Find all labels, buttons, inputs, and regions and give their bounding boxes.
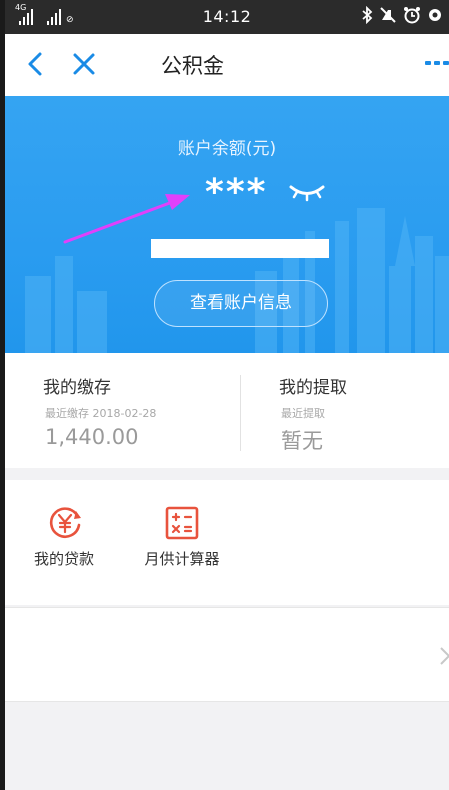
more-icon xyxy=(425,61,431,65)
tool-label-loan: 我的贷款 xyxy=(33,550,94,568)
deposit-value: 1,440.00 xyxy=(45,425,139,449)
tool-calculator[interactable]: 月供计算器 xyxy=(127,480,237,605)
balance-value: *** xyxy=(205,172,268,213)
deposit-title: 我的缴存 xyxy=(43,378,111,398)
mute-icon xyxy=(380,7,396,23)
deposit-subtitle: 最近缴存 2018-02-28 xyxy=(45,407,157,420)
eye-closed-icon[interactable] xyxy=(288,182,326,202)
masked-info-bar xyxy=(151,239,329,258)
app-screen: 4G ⊘ 14:12 公积金 账户余额(元) *** 查看账户信息 我的缴存 最… xyxy=(5,0,449,790)
tools-section: 我的贷款 月供计算器 xyxy=(5,480,449,605)
balance-label: 账户余额(元) xyxy=(177,139,277,159)
withdraw-title: 我的提取 xyxy=(279,378,347,398)
stats-section: 我的缴存 最近缴存 2018-02-28 1,440.00 我的提取 最近提取 … xyxy=(5,353,449,468)
list-row[interactable] xyxy=(5,607,449,702)
more-button[interactable] xyxy=(425,61,449,65)
deposit-stat[interactable]: 我的缴存 最近缴存 2018-02-28 1,440.00 xyxy=(5,353,240,468)
nav-bar: 公积金 xyxy=(5,34,449,96)
status-icons xyxy=(361,6,443,24)
view-account-button[interactable]: 查看账户信息 xyxy=(154,280,328,327)
calculator-icon xyxy=(165,506,199,540)
withdraw-stat[interactable]: 我的提取 最近提取 暂无 xyxy=(241,353,449,468)
page-title: 公积金 xyxy=(161,54,224,78)
tool-label-calculator: 月供计算器 xyxy=(144,550,220,568)
loan-yen-icon xyxy=(49,507,81,538)
withdraw-value: 暂无 xyxy=(281,429,323,453)
alarm-icon xyxy=(404,7,420,24)
close-button[interactable] xyxy=(71,51,97,77)
status-bar: 4G ⊘ 14:12 xyxy=(5,0,449,34)
withdraw-subtitle: 最近提取 xyxy=(281,407,325,420)
back-button[interactable] xyxy=(23,51,49,77)
balance-panel: 账户余额(元) *** 查看账户信息 xyxy=(5,96,449,353)
tool-my-loan[interactable]: 我的贷款 xyxy=(9,480,119,605)
settings-icon xyxy=(429,9,441,21)
chevron-right-icon xyxy=(440,647,449,665)
bluetooth-icon xyxy=(362,6,373,24)
